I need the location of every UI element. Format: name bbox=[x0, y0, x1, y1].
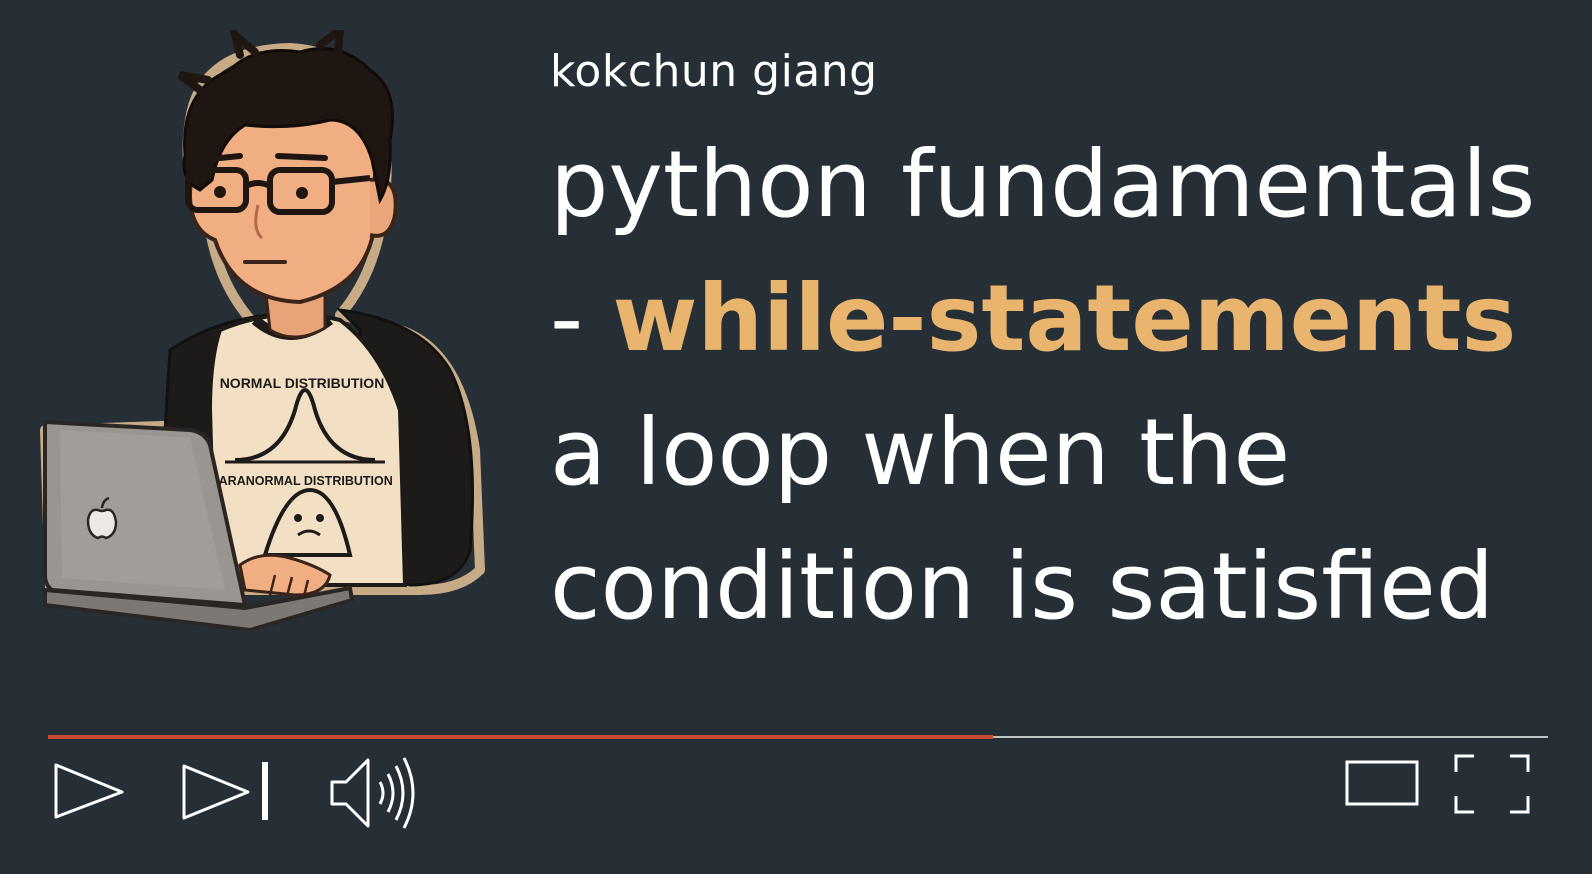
next-button[interactable] bbox=[180, 760, 274, 824]
shirt-text-top: NORMAL DISTRIBUTION bbox=[220, 375, 385, 391]
progress-fill bbox=[48, 735, 993, 739]
video-title: python fundamentals - while-statements a… bbox=[550, 118, 1560, 654]
play-icon bbox=[54, 763, 124, 819]
fullscreen-icon bbox=[1454, 754, 1530, 814]
volume-button[interactable] bbox=[328, 754, 420, 832]
theater-mode-icon bbox=[1345, 760, 1419, 806]
play-button[interactable] bbox=[52, 762, 126, 820]
next-icon bbox=[182, 762, 268, 820]
presenter-illustration: NORMAL DISTRIBUTION PARANORMAL DISTRIBUT… bbox=[40, 21, 500, 650]
shirt-text-bottom: PARANORMAL DISTRIBUTION bbox=[211, 474, 392, 488]
volume-icon bbox=[330, 757, 415, 829]
channel-name: kokchun giang bbox=[550, 46, 878, 97]
title-highlight: while-statements bbox=[612, 265, 1517, 372]
video-progress-bar[interactable] bbox=[48, 734, 1548, 740]
fullscreen-button[interactable] bbox=[1452, 752, 1532, 816]
theater-mode-button[interactable] bbox=[1344, 758, 1420, 808]
title-tail: a loop when the condition is satisfied bbox=[550, 399, 1495, 640]
